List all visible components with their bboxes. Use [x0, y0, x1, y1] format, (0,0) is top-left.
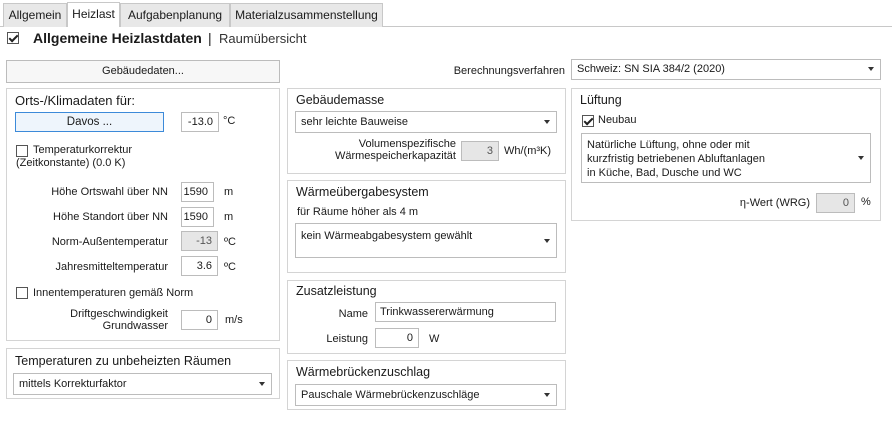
berechnungsverfahren-value: Schweiz: SN SIA 384/2 (2020)	[577, 63, 725, 75]
neubau-label: Neubau	[598, 114, 637, 126]
waermebruecke-select[interactable]: Pauschale Wärmebrückenzuschläge	[295, 384, 557, 406]
hoehe-ortswahl-unit: m	[224, 186, 234, 198]
zusatzleistung-unit: W	[429, 333, 440, 345]
orts-title: Orts-/Klimadaten für:	[15, 93, 135, 108]
eta-wert-unit: %	[861, 196, 871, 208]
driftgeschwindigkeit-label: Driftgeschwindigkeit	[70, 308, 168, 320]
hoehe-ortswahl-label: Höhe Ortswahl über NN	[51, 186, 168, 198]
gebaeudemasse-select[interactable]: sehr leichte Bauweise	[295, 111, 557, 133]
driftgeschwindigkeit-unit: m/s	[225, 314, 243, 326]
waermeuebergabe-subtitle: für Räume höher als 4 m	[297, 206, 419, 218]
chevron-down-icon	[868, 67, 874, 71]
lueftung-select[interactable]: Natürliche Lüftung, ohne oder mit kurzfr…	[581, 133, 871, 183]
zusatzleistung-title: Zusatzleistung	[296, 284, 377, 298]
neubau-checkbox[interactable]	[582, 115, 594, 127]
tab-materialzusammenstellung[interactable]: Materialzusammenstellung	[230, 3, 383, 27]
chevron-down-icon	[858, 156, 864, 160]
waermespeicherkapazitaet-label: Wärmespeicherkapazität	[334, 150, 456, 162]
tab-raumuebersicht[interactable]: Raumübersicht	[219, 31, 306, 46]
zusatzleistung-leistung-label: Leistung	[326, 333, 368, 345]
waermebruecke-title: Wärmebrückenzuschlag	[296, 365, 431, 379]
gebaeudemasse-value: sehr leichte Bauweise	[301, 116, 409, 128]
grundwasser-label: Grundwasser	[102, 320, 168, 332]
berechnungsverfahren-label: Berechnungsverfahren	[453, 65, 565, 77]
norm-aussentemperatur-field: -13	[181, 231, 218, 251]
temperaturkorrektur-label: Temperaturkorrektur	[33, 144, 133, 156]
berechnungsverfahren-select[interactable]: Schweiz: SN SIA 384/2 (2020)	[571, 59, 881, 80]
zusatzleistung-panel: Zusatzleistung Name Trinkwassererwärmung…	[287, 280, 566, 354]
gebaeudemasse-title: Gebäudemasse	[296, 93, 385, 107]
hoehe-standort-field[interactable]: 1590	[181, 207, 214, 227]
lueftung-title: Lüftung	[580, 93, 622, 107]
waermespeicherkapazitaet-unit: Wh/(m³K)	[504, 145, 552, 157]
innentemperaturen-checkbox[interactable]	[16, 287, 28, 299]
zusatzleistung-leistung-field[interactable]: 0	[375, 328, 419, 348]
waermeuebergabe-select[interactable]: kein Wärmeabgabesystem gewählt	[295, 223, 557, 258]
chevron-down-icon	[259, 382, 265, 386]
zusatzleistung-name-field[interactable]: Trinkwassererwärmung	[375, 302, 556, 322]
volumenspezifische-label: Volumenspezifische	[358, 138, 456, 150]
zusatzleistung-name-label: Name	[338, 308, 368, 320]
jahresmitteltemperatur-unit: ºC	[224, 261, 236, 273]
waermeuebergabe-title: Wärmeübergabesystem	[296, 185, 429, 199]
driftgeschwindigkeit-field[interactable]: 0	[181, 310, 218, 330]
waermespeicherkapazitaet-field: 3	[461, 141, 499, 161]
lueftung-desc-1: Natürliche Lüftung, ohne oder mit	[587, 139, 750, 151]
temp-unit: °C	[223, 115, 236, 127]
waermeuebergabe-value: kein Wärmeabgabesystem gewählt	[301, 230, 473, 242]
orts-klimadaten-panel: Orts-/Klimadaten für: Davos ... -13.0 °C…	[6, 88, 280, 341]
innentemperaturen-label: Innentemperaturen gemäß Norm	[33, 287, 194, 299]
gebaeudedaten-button[interactable]: Gebäudedaten...	[6, 60, 280, 83]
city-button[interactable]: Davos ...	[15, 112, 164, 132]
tab-heizlast[interactable]: Heizlast	[67, 2, 120, 27]
hoehe-standort-unit: m	[224, 211, 234, 223]
chevron-down-icon	[544, 120, 550, 124]
hoehe-standort-label: Höhe Standort über NN	[53, 211, 168, 223]
norm-aussentemperatur-label: Norm-Außentemperatur	[51, 236, 168, 248]
jahresmitteltemperatur-label: Jahresmitteltemperatur	[55, 261, 169, 273]
lueftung-panel: Lüftung Neubau Natürliche Lüftung, ohne …	[571, 88, 881, 221]
norm-aussentemperatur-unit: ºC	[224, 236, 236, 248]
unbeheizt-panel: Temperaturen zu unbeheizten Räumen mitte…	[6, 348, 280, 399]
waermeuebergabe-panel: Wärmeübergabesystem für Räume höher als …	[287, 180, 566, 273]
hoehe-ortswahl-field[interactable]: 1590	[181, 182, 214, 202]
lueftung-desc-2: kurzfristig betriebenen Abluftanlagen	[587, 153, 765, 165]
tab-allgemein[interactable]: Allgemein	[3, 3, 67, 27]
waermebruecke-panel: Wärmebrückenzuschlag Pauschale Wärmebrüc…	[287, 360, 566, 410]
page-title: Allgemeine Heizlastdaten	[33, 30, 202, 46]
tab-aufgabenplanung[interactable]: Aufgabenplanung	[120, 3, 230, 27]
lueftung-desc-3: in Küche, Bad, Dusche und WC	[587, 167, 742, 179]
jahresmitteltemperatur-field[interactable]: 3.6	[181, 256, 218, 276]
city-temp-field[interactable]: -13.0	[181, 112, 219, 132]
unbeheizt-value: mittels Korrekturfaktor	[19, 378, 127, 390]
unbeheizt-select[interactable]: mittels Korrekturfaktor	[13, 373, 272, 395]
title-separator: |	[208, 30, 212, 46]
chevron-down-icon	[544, 239, 550, 243]
chevron-down-icon	[544, 393, 550, 397]
zeitkonstante-label: (Zeitkonstante) (0.0 K)	[16, 157, 126, 169]
header-checkbox[interactable]	[7, 32, 19, 44]
tab-bar: Allgemein Heizlast Aufgabenplanung Mater…	[0, 0, 892, 27]
eta-wert-field: 0	[816, 193, 855, 213]
gebaeudemasse-panel: Gebäudemasse sehr leichte Bauweise Volum…	[287, 88, 566, 174]
unbeheizt-title: Temperaturen zu unbeheizten Räumen	[15, 354, 232, 368]
temperaturkorrektur-checkbox[interactable]	[16, 145, 28, 157]
waermebruecke-value: Pauschale Wärmebrückenzuschläge	[301, 389, 480, 401]
eta-wert-label: η-Wert (WRG)	[739, 197, 810, 209]
